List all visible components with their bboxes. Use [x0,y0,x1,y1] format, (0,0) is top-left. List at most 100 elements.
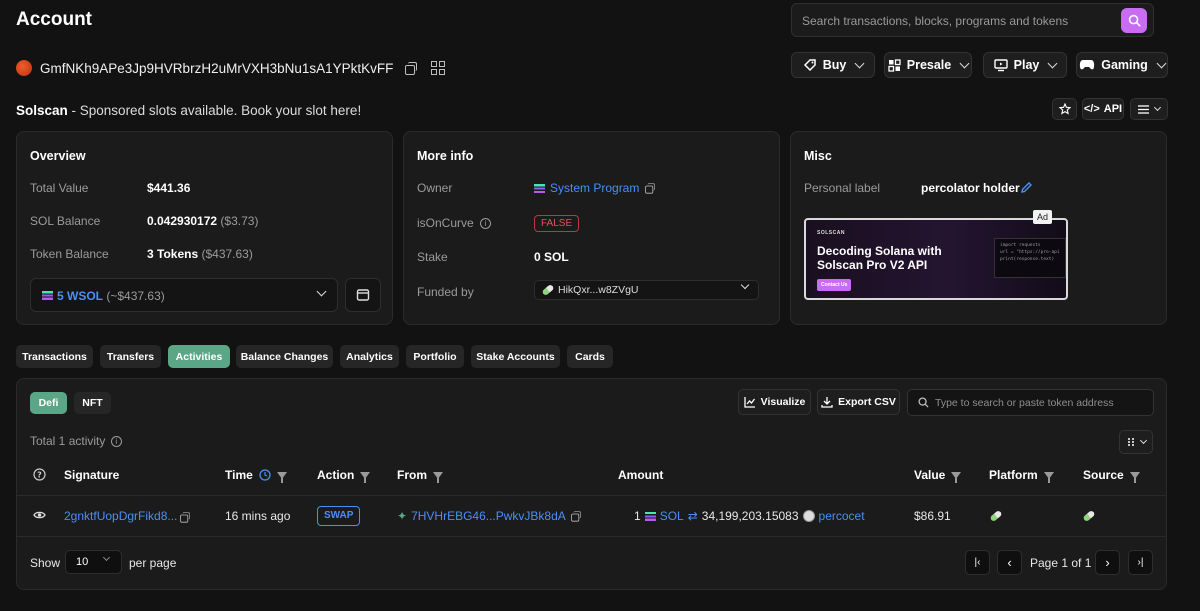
source-header-label: Source [1083,468,1124,482]
pill-icon [541,283,555,297]
page-title: Account [16,9,92,30]
copy-icon[interactable] [405,62,418,75]
sol-balance-amount: 0.042930172 [147,214,218,228]
filter-icon[interactable] [1129,471,1140,483]
total-activity-count: Total 1 activity i [30,434,122,448]
owner-link[interactable]: System Program [550,181,639,195]
filter-icon[interactable] [360,471,371,483]
tab-activities[interactable]: Activities [168,345,230,368]
source-column-header: Source [1083,468,1140,483]
token-out-link[interactable]: percocet [819,509,865,523]
subtab-defi[interactable]: Defi [30,392,67,414]
copy-icon[interactable] [645,183,656,194]
buy-button[interactable]: Buy [791,52,875,78]
oncurve-badge: FALSE [534,215,580,232]
tab-cards[interactable]: Cards [567,345,613,368]
tab-portfolio[interactable]: Portfolio [406,345,464,368]
account-address-row: GmfNKh9APe3Jp9HVRbrzH2uMrVXH3bNu1sA1YPkt… [16,60,446,76]
play-button[interactable]: Play [983,52,1067,78]
token-select[interactable]: 5 WSOL (~$437.63) [30,278,338,312]
ad-banner[interactable]: SOLSCAN Decoding Solana with Solscan Pro… [804,218,1068,300]
funded-by-label: Funded by [417,285,474,299]
platform-pill-icon[interactable] [989,509,1003,523]
funded-by-address: HikQxr...w8ZVgU [558,284,639,296]
search-button[interactable] [1121,8,1147,33]
tab-balance-changes[interactable]: Balance Changes [236,345,333,368]
amount-header-label: Amount [618,468,664,482]
ad-heading: Decoding Solana with Solscan Pro V2 API [817,244,942,272]
sponsor-banner[interactable]: Solscan - Sponsored slots available. Boo… [16,103,361,118]
prev-page-button[interactable]: ‹ [997,550,1022,575]
gaming-button[interactable]: Gaming [1076,52,1168,78]
svg-text:?: ? [37,471,42,480]
total-activity-text: Total 1 activity [30,434,106,448]
signature-link[interactable]: 2gnktfUopDgrFikd8... [64,509,177,523]
search-input[interactable]: Search transactions, blocks, programs an… [802,14,1068,28]
tab-analytics[interactable]: Analytics [340,345,399,368]
first-page-icon: |‹ [974,557,981,568]
search-icon [1128,14,1140,27]
monitor-icon [993,58,1008,71]
filter-icon[interactable] [1043,471,1054,483]
edit-icon[interactable] [1020,181,1033,194]
time-column-header: Time [225,468,287,483]
token-search-input[interactable]: Type to search or paste token address [935,397,1114,409]
copy-icon[interactable] [570,511,581,522]
oncurve-label-text: isOnCurve [417,216,474,230]
filter-icon[interactable] [276,471,287,483]
first-page-button[interactable]: |‹ [965,550,990,575]
export-csv-button[interactable]: Export CSV [817,389,900,415]
tab-stake-accounts[interactable]: Stake Accounts [471,345,560,368]
from-column-header: From [397,468,443,483]
source-pill-icon[interactable] [1082,509,1096,523]
account-avatar [16,60,32,76]
token-in-link[interactable]: SOL [660,509,684,523]
overview-title: Overview [30,149,86,163]
token-balance: 3 Tokens ($437.63) [147,247,253,261]
token-select-name: 5 WSOL [57,289,104,303]
sol-balance-label: SOL Balance [30,214,101,228]
from-address-link[interactable]: 7HVHrEBG46...PwkvJBk8dA [411,509,566,523]
filter-icon[interactable] [433,471,443,483]
token-search-field[interactable]: Type to search or paste token address [907,389,1154,416]
funded-by-select[interactable]: HikQxr...w8ZVgU [534,280,759,300]
token-balance-count: 3 Tokens [147,247,199,261]
favorite-button[interactable] [1052,98,1077,120]
qr-code-icon[interactable] [431,61,446,75]
token-balance-usd: ($437.63) [201,247,253,261]
chevron-down-icon [1156,58,1167,68]
personal-label-value: percolator holder [921,181,1020,195]
wallet-icon [356,289,370,301]
amount-out: 34,199,203.15083 [701,509,799,523]
ad-cta-button[interactable]: Contact Us [817,279,852,291]
subtab-nft[interactable]: NFT [74,392,111,414]
copy-icon[interactable] [180,512,190,523]
api-label: API [1103,103,1123,115]
star-icon [1058,103,1071,115]
tab-transfers[interactable]: Transfers [100,345,161,368]
view-options-button[interactable] [1130,98,1168,120]
presale-label: Presale [906,58,952,72]
tab-transactions[interactable]: Transactions [16,345,93,368]
token-wallet-button[interactable] [345,278,381,312]
eye-icon[interactable] [33,510,46,520]
show-label: Show [30,556,61,570]
amount-column-header: Amount [618,468,663,482]
global-search[interactable]: Search transactions, blocks, programs an… [791,3,1154,37]
clock-icon[interactable] [259,469,271,481]
wsol-token-icon [42,291,53,300]
search-icon [918,397,929,408]
owner-label: Owner [417,181,453,195]
api-button[interactable]: </> API [1082,98,1124,120]
last-page-button[interactable]: ›| [1128,550,1153,575]
column-settings-button[interactable] [1119,430,1153,454]
per-page-select[interactable]: 10 [65,550,122,574]
next-page-button[interactable]: › [1095,550,1120,575]
visualize-button[interactable]: Visualize [738,389,811,415]
presale-button[interactable]: Presale [884,52,972,78]
value-header-label: Value [914,468,946,482]
filter-icon[interactable] [951,471,962,483]
signature-column-header: Signature [64,468,119,482]
sparkle-icon: ✦ [397,509,408,523]
visualize-label: Visualize [760,396,806,408]
